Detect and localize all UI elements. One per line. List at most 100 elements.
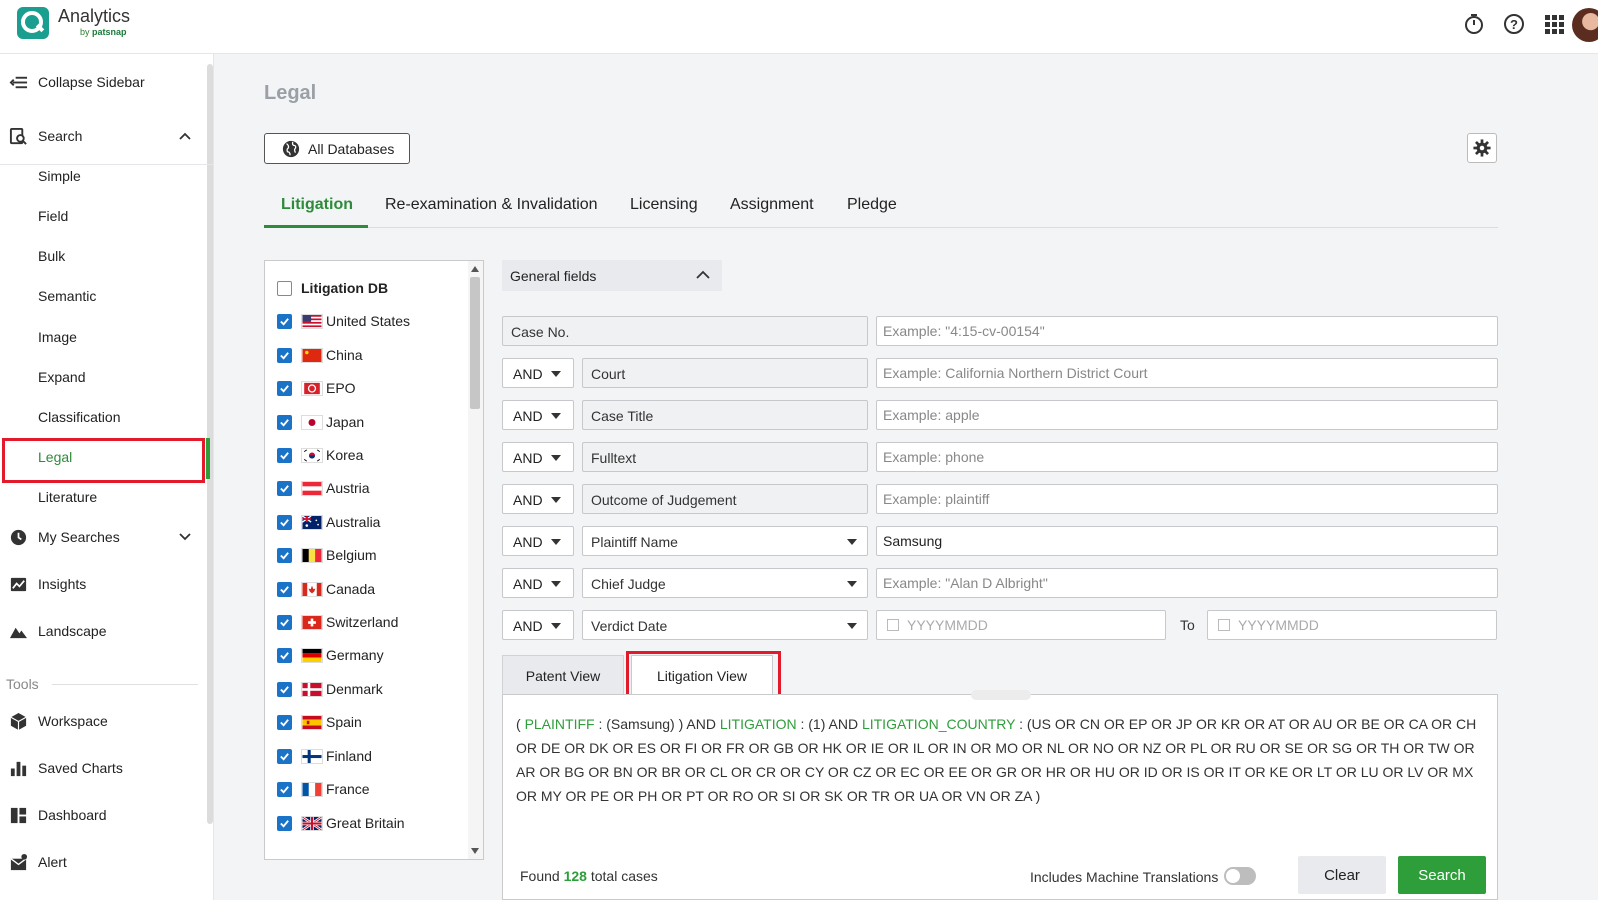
checkbox-checked[interactable]: [277, 782, 292, 797]
sidebar-item-image[interactable]: Image: [38, 329, 77, 345]
sidebar-item-my-searches[interactable]: My Searches: [0, 519, 205, 555]
tab-assignment[interactable]: Assignment: [730, 196, 814, 214]
checkbox-checked[interactable]: [277, 481, 292, 496]
fulltext-input[interactable]: [876, 442, 1498, 472]
chevron-up-icon[interactable]: [179, 130, 191, 142]
sidebar-item-landscape[interactable]: Landscape: [0, 613, 205, 649]
case-title-input[interactable]: [876, 400, 1498, 430]
list-item-denmark[interactable]: Denmark: [277, 678, 383, 700]
search-button[interactable]: Search: [1398, 856, 1486, 894]
list-item-belgium[interactable]: Belgium: [277, 544, 377, 566]
db-list-scroll-thumb[interactable]: [470, 277, 480, 409]
tab-reexamination-invalidation[interactable]: Re-examination & Invalidation: [385, 196, 598, 214]
caret-down-icon: [847, 623, 857, 629]
tab-patent-view[interactable]: Patent View: [502, 655, 624, 695]
sidebar-item-dashboard[interactable]: Dashboard: [0, 797, 205, 833]
checkbox-checked[interactable]: [277, 749, 292, 764]
sidebar-item-simple[interactable]: Simple: [38, 168, 81, 184]
verdict-date-from-input[interactable]: YYYYMMDD: [876, 610, 1166, 640]
operator-select[interactable]: AND: [502, 610, 574, 640]
checkbox-checked[interactable]: [277, 682, 292, 697]
chief-judge-input[interactable]: [876, 568, 1498, 598]
sidebar-item-expand[interactable]: Expand: [38, 369, 85, 385]
sidebar-item-bulk[interactable]: Bulk: [38, 248, 65, 264]
checkbox-checked[interactable]: [277, 314, 292, 329]
operator-select[interactable]: AND: [502, 442, 574, 472]
list-item-germany[interactable]: Germany: [277, 644, 384, 666]
tab-pledge[interactable]: Pledge: [847, 196, 897, 214]
chevron-down-icon[interactable]: [179, 531, 191, 543]
sidebar-item-insights[interactable]: Insights: [0, 566, 205, 602]
scroll-up-arrow-icon[interactable]: [470, 265, 480, 273]
general-fields-toggle[interactable]: General fields: [502, 260, 722, 291]
operator-select[interactable]: AND: [502, 568, 574, 598]
checkbox-checked[interactable]: [277, 615, 292, 630]
list-item-litigation-db[interactable]: Litigation DB: [277, 277, 388, 299]
checkbox-checked[interactable]: [277, 548, 292, 563]
help-icon[interactable]: ?: [1502, 12, 1526, 36]
checkbox-checked[interactable]: [277, 648, 292, 663]
checkbox-checked[interactable]: [277, 415, 292, 430]
sidebar-item-workspace[interactable]: Workspace: [0, 703, 205, 739]
sidebar-item-literature[interactable]: Literature: [38, 489, 97, 505]
operator-select[interactable]: AND: [502, 358, 574, 388]
operator-select[interactable]: AND: [502, 484, 574, 514]
sidebar-item-classification[interactable]: Classification: [38, 409, 120, 425]
collapse-sidebar-button[interactable]: Collapse Sidebar: [0, 64, 205, 100]
apps-grid-icon[interactable]: [1542, 12, 1566, 36]
sidebar-item-field[interactable]: Field: [38, 208, 68, 224]
list-item-switzerland[interactable]: Switzerland: [277, 611, 398, 633]
workspace-cube-icon: [9, 712, 28, 731]
clear-button[interactable]: Clear: [1298, 856, 1386, 894]
litigation-db-checkbox[interactable]: [277, 281, 292, 296]
list-item-australia[interactable]: Australia: [277, 511, 380, 533]
checkbox-checked[interactable]: [277, 348, 292, 363]
field-select-plaintiff-name[interactable]: Plaintiff Name: [582, 526, 868, 556]
sidebar-item-saved-charts[interactable]: Saved Charts: [0, 750, 205, 786]
tab-licensing[interactable]: Licensing: [630, 196, 698, 214]
list-item-great-britain[interactable]: Great Britain: [277, 812, 405, 834]
sidebar-item-alert[interactable]: Alert: [0, 844, 205, 880]
list-item-france[interactable]: France: [277, 778, 370, 800]
checkbox-checked[interactable]: [277, 381, 292, 396]
user-avatar[interactable]: [1572, 8, 1598, 42]
list-item-austria[interactable]: Austria: [277, 477, 370, 499]
field-select-verdict-date[interactable]: Verdict Date: [582, 610, 868, 640]
settings-button[interactable]: [1467, 133, 1497, 163]
verdict-date-to-input[interactable]: YYYYMMDD: [1207, 610, 1497, 640]
checkbox-checked[interactable]: [277, 816, 292, 831]
sidebar-item-semantic[interactable]: Semantic: [38, 288, 96, 304]
field-select-chief-judge[interactable]: Chief Judge: [582, 568, 868, 598]
checkbox-checked[interactable]: [277, 582, 292, 597]
list-item-canada[interactable]: Canada: [277, 578, 375, 600]
app-subtitle-by: by: [80, 27, 90, 37]
resize-handle[interactable]: [971, 690, 1031, 700]
top-bar: Analytics by patsnap ?: [0, 0, 1598, 54]
plaintiff-name-label: Plaintiff Name: [591, 534, 678, 550]
query-text[interactable]: ( PLAINTIFF : (Samsung) ) AND LITIGATION…: [516, 712, 1486, 808]
case-no-input[interactable]: [876, 316, 1498, 346]
list-item-finland[interactable]: Finland: [277, 745, 372, 767]
checkbox-checked[interactable]: [277, 715, 292, 730]
list-item-japan[interactable]: Japan: [277, 411, 364, 433]
scroll-down-arrow-icon[interactable]: [470, 847, 480, 855]
outcome-of-judgement-input[interactable]: [876, 484, 1498, 514]
checkbox-checked[interactable]: [277, 515, 292, 530]
checkbox-checked[interactable]: [277, 448, 292, 463]
analytics-logo-icon[interactable]: [17, 7, 49, 39]
all-databases-button[interactable]: All Databases: [264, 133, 410, 164]
found-prefix: Found: [520, 868, 560, 884]
sidebar-item-search[interactable]: Search: [0, 118, 205, 154]
court-input[interactable]: [876, 358, 1498, 388]
machine-translation-toggle[interactable]: [1224, 867, 1256, 885]
list-item-epo[interactable]: EPO: [277, 377, 356, 399]
list-item-spain[interactable]: Spain: [277, 711, 362, 733]
timer-icon[interactable]: [1462, 12, 1486, 36]
operator-select[interactable]: AND: [502, 400, 574, 430]
plaintiff-name-input[interactable]: [876, 526, 1498, 556]
operator-select[interactable]: AND: [502, 526, 574, 556]
list-item-united-states[interactable]: United States: [277, 310, 410, 332]
list-item-korea[interactable]: Korea: [277, 444, 363, 466]
list-item-china[interactable]: China: [277, 344, 363, 366]
tab-litigation[interactable]: Litigation: [281, 196, 353, 214]
